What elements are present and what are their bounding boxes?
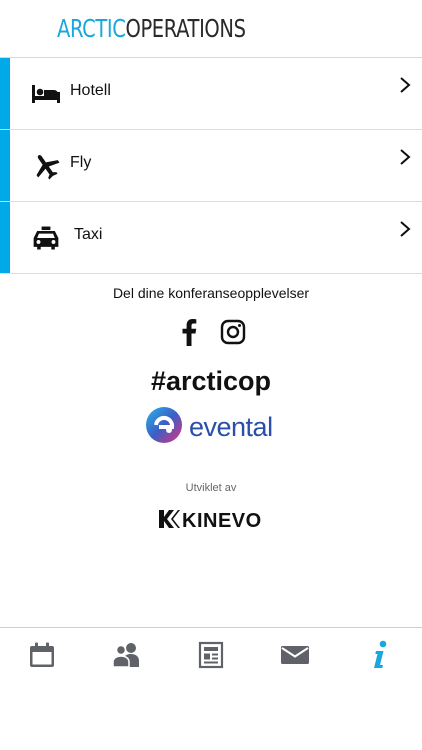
mail-icon — [281, 646, 310, 664]
arctic-operations-logo: ARCTICOPERATIONS — [57, 14, 246, 44]
hashtag-text: #arcticop — [150, 366, 272, 396]
kinevo-wordmark: KINEVO — [182, 509, 262, 532]
row-accent-bar — [0, 202, 10, 273]
app-header: ARCTICOPERATIONS — [0, 0, 422, 58]
list-item-hotell[interactable]: Hotell — [0, 58, 422, 130]
instagram-icon[interactable] — [219, 318, 247, 346]
nav-document[interactable] — [191, 635, 231, 675]
logo-text-operations: OPERATIONS — [125, 14, 246, 43]
list-item-label: Hotell — [70, 82, 111, 99]
evental-logo: evental — [145, 406, 273, 448]
evental-mark-icon — [145, 406, 183, 449]
document-icon — [198, 641, 224, 669]
nav-calendar[interactable] — [22, 635, 62, 675]
bottom-navigation — [0, 627, 422, 682]
bed-icon — [31, 80, 61, 108]
airplane-icon — [31, 152, 61, 180]
people-icon — [111, 643, 139, 668]
info-icon — [373, 640, 387, 668]
developed-by-caption: Utviklet av — [185, 482, 237, 494]
share-caption: Del dine konferanseopplevelser — [112, 285, 310, 301]
logo-text-arctic: ARCTIC — [57, 14, 126, 43]
list-item-taxi[interactable]: Taxi — [0, 202, 422, 274]
social-links — [0, 318, 422, 346]
list-item-fly[interactable]: Fly — [0, 130, 422, 202]
nav-info[interactable] — [360, 635, 400, 675]
chevron-right-icon — [398, 148, 412, 166]
row-accent-bar — [0, 58, 10, 129]
chevron-right-icon — [398, 76, 412, 94]
taxi-icon — [31, 224, 61, 252]
evental-wordmark: evental — [189, 411, 273, 442]
chevron-right-icon — [398, 220, 412, 238]
nav-people[interactable] — [107, 635, 147, 675]
nav-mail[interactable] — [275, 635, 315, 675]
calendar-icon — [30, 642, 55, 667]
facebook-icon[interactable] — [175, 318, 203, 346]
kinevo-mark-icon — [158, 509, 180, 534]
row-accent-bar — [0, 130, 10, 201]
list-item-label: Taxi — [74, 226, 103, 243]
app-screen: ARCTICOPERATIONS Hotell Fly Taxi Del din… — [0, 0, 422, 750]
travel-list: Hotell Fly Taxi — [0, 58, 422, 274]
kinevo-logo: KINEVO — [158, 508, 262, 534]
list-item-label: Fly — [70, 154, 92, 171]
